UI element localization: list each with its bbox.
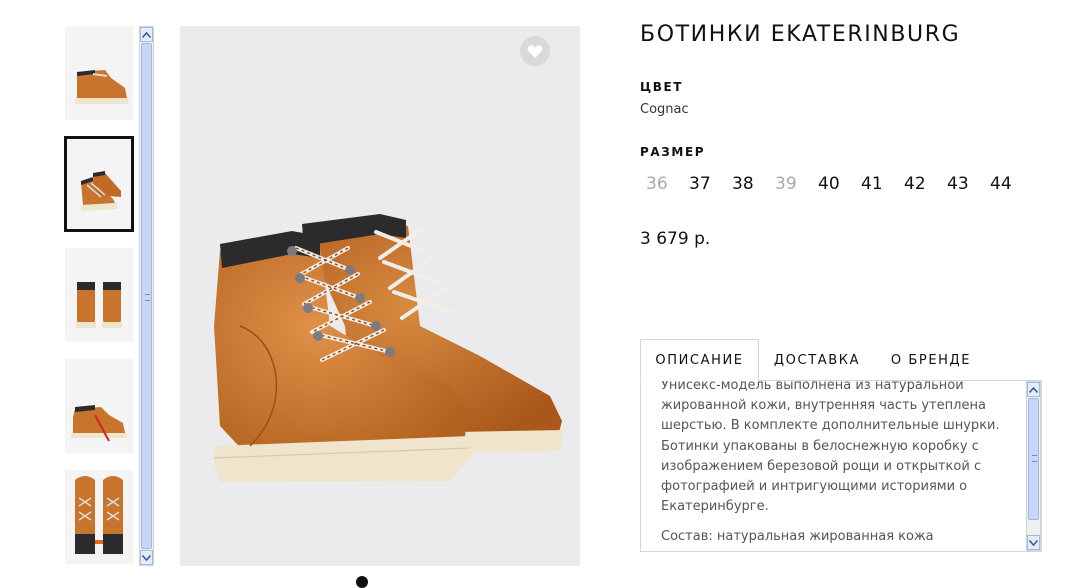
product-title: БОТИНКИ EKATERINBURG <box>640 22 961 47</box>
boot-side-image <box>65 26 133 120</box>
thumbnail-side-laces-view[interactable] <box>65 359 133 453</box>
scrollbar-thumb[interactable] <box>141 43 152 549</box>
scroll-down-arrow[interactable] <box>1027 535 1040 550</box>
description-scrollbar[interactable] <box>1026 381 1041 551</box>
description-line: фотографией и интригующими историями о <box>661 479 968 495</box>
boots-back-image <box>65 248 133 342</box>
main-product-image[interactable] <box>180 26 580 566</box>
description-line: Ботинки упакованы в белоснежную коробку … <box>661 438 979 454</box>
color-label: ЦВЕТ <box>640 80 684 94</box>
boots-pair-image <box>67 139 131 229</box>
boots-pair-photo <box>213 214 564 482</box>
tab-brand[interactable]: О БРЕНДЕ <box>880 339 982 381</box>
chevron-down-icon <box>1029 539 1038 546</box>
favorite-button[interactable] <box>520 36 550 66</box>
color-value: Cognac <box>640 102 689 117</box>
description-line: шерстью. В комплекте дополнительные шнур… <box>661 418 1000 434</box>
description-line: Унисекс-модель выполнена из натуральной <box>661 380 964 393</box>
scroll-down-arrow[interactable] <box>140 550 153 565</box>
boot-side-laces-image <box>65 359 133 453</box>
product-price: 3 679 р. <box>640 229 711 249</box>
size-option-42[interactable]: 42 <box>898 174 941 196</box>
size-option-38[interactable]: 38 <box>726 174 769 196</box>
size-option-37[interactable]: 37 <box>683 174 726 196</box>
scrollbar-grip <box>145 294 150 301</box>
thumbnail-side-view[interactable] <box>65 26 133 120</box>
description-line: изображением березовой рощи и открыткой … <box>661 458 982 474</box>
size-option-44[interactable]: 44 <box>984 174 1027 196</box>
description-line: Екатеринбурге. <box>661 499 769 515</box>
size-option-41[interactable]: 41 <box>855 174 898 196</box>
size-label: РАЗМЕР <box>640 145 706 159</box>
carousel-dot[interactable] <box>356 576 368 588</box>
thumbnail-pair-view[interactable] <box>64 136 134 232</box>
info-tabs: ОПИСАНИЕ ДОСТАВКА О БРЕНДЕ <box>640 339 1040 381</box>
description-panel: Унисекс-модель выполнена из натуральной … <box>640 380 1042 552</box>
scrollbar-thumb[interactable] <box>1028 398 1039 520</box>
description-text: Унисекс-модель выполнена из натуральной … <box>661 380 1001 551</box>
thumbnail-top-view[interactable] <box>65 470 133 564</box>
tab-description[interactable]: ОПИСАНИЕ <box>640 339 759 381</box>
size-option-36: 36 <box>646 174 668 194</box>
size-selector: 36 37 38 39 40 41 42 43 44 <box>640 174 1027 196</box>
chevron-up-icon <box>1029 386 1038 393</box>
scroll-up-arrow[interactable] <box>1027 382 1040 397</box>
composition-text: Состав: натуральная жированная кожа <box>661 529 934 545</box>
chevron-up-icon <box>142 31 151 38</box>
heart-icon <box>527 44 543 58</box>
scrollbar-grip <box>1032 455 1037 462</box>
chevron-down-icon <box>142 554 151 561</box>
thumbnail-back-view[interactable] <box>65 248 133 342</box>
tab-delivery[interactable]: ДОСТАВКА <box>762 339 872 381</box>
size-option-39: 39 <box>775 174 797 194</box>
thumbnail-scrollbar[interactable] <box>139 26 154 566</box>
description-line: жированной кожи, внутренняя часть утепле… <box>661 398 986 414</box>
size-option-43[interactable]: 43 <box>941 174 984 196</box>
boots-top-image <box>65 470 133 564</box>
size-option-40[interactable]: 40 <box>812 174 855 196</box>
scroll-up-arrow[interactable] <box>140 27 153 42</box>
